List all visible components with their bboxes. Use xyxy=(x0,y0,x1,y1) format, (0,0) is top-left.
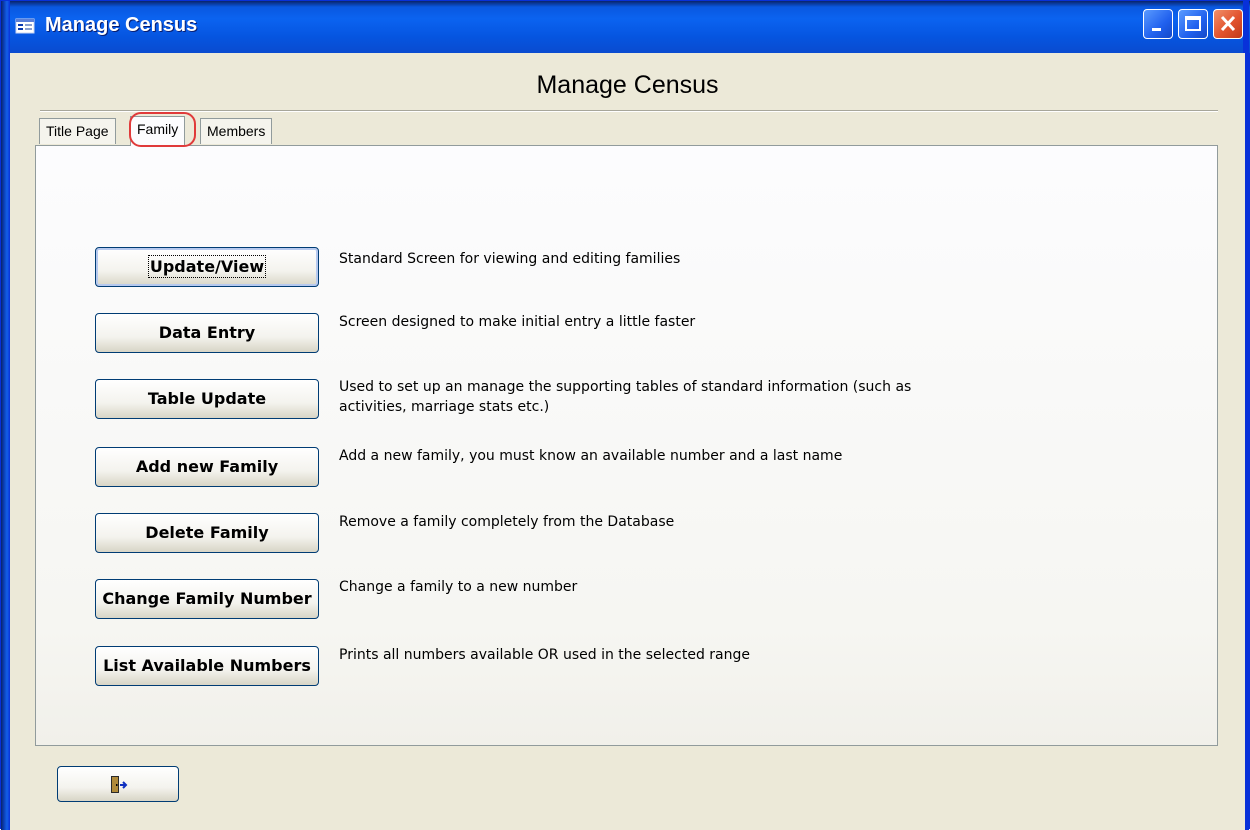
table-update-description: Used to set up an manage the supporting … xyxy=(339,379,912,415)
window-title: Manage Census xyxy=(45,14,198,36)
delete-family-button[interactable]: Delete Family xyxy=(95,513,319,553)
family-tab-panel: Update/View Standard Screen for viewing … xyxy=(35,145,1218,746)
manage-census-window: Manage Census Manage Census Title Page F… xyxy=(0,0,1250,830)
change-family-number-description: Change a family to a new number xyxy=(339,579,578,595)
add-new-family-button[interactable]: Add new Family xyxy=(95,447,319,487)
update-view-description: Standard Screen for viewing and editing … xyxy=(339,251,681,267)
close-icon xyxy=(1220,15,1236,32)
exit-door-icon xyxy=(111,776,128,793)
tab-title-page[interactable]: Title Page xyxy=(39,118,116,144)
add-new-family-description: Add a new family, you must know an avail… xyxy=(339,448,843,464)
update-view-label: Update/View xyxy=(147,255,267,278)
list-available-numbers-button[interactable]: List Available Numbers xyxy=(95,646,319,686)
form-heading: Manage Census xyxy=(536,71,719,99)
data-entry-description: Screen designed to make initial entry a … xyxy=(339,314,696,330)
tab-family[interactable]: Family xyxy=(130,116,186,146)
minimize-icon xyxy=(1152,28,1161,31)
update-view-button[interactable]: Update/View xyxy=(95,247,319,287)
tab-members[interactable]: Members xyxy=(200,118,273,144)
maximize-icon xyxy=(1185,16,1201,31)
list-available-numbers-description: Prints all numbers available OR used in … xyxy=(339,647,750,663)
exit-button[interactable] xyxy=(57,766,179,802)
close-button[interactable] xyxy=(1213,9,1243,39)
maximize-button[interactable] xyxy=(1178,9,1208,39)
title-bar[interactable]: Manage Census xyxy=(1,1,1250,53)
change-family-number-button[interactable]: Change Family Number xyxy=(95,579,319,619)
form-body: Manage Census Title Page Family Members … xyxy=(10,53,1245,830)
minimize-button[interactable] xyxy=(1143,9,1173,39)
form-icon xyxy=(15,18,35,34)
data-entry-button[interactable]: Data Entry xyxy=(95,313,319,353)
window-frame-left xyxy=(1,1,10,830)
table-update-button[interactable]: Table Update xyxy=(95,379,319,419)
delete-family-description: Remove a family completely from the Data… xyxy=(339,514,675,530)
heading-divider xyxy=(40,110,1218,112)
